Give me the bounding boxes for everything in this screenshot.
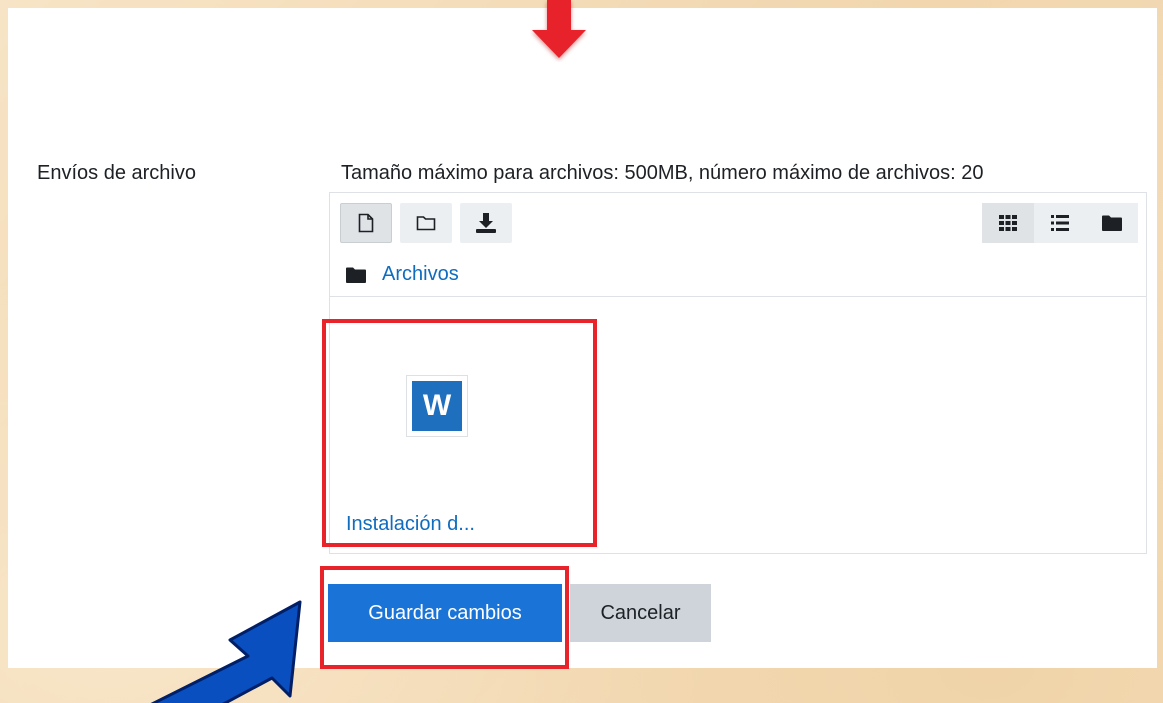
breadcrumb-archivos-link[interactable]: Archivos bbox=[382, 263, 459, 286]
pointer-arrow-icon bbox=[150, 600, 302, 703]
grid-icon bbox=[999, 215, 1017, 231]
file-icon bbox=[358, 213, 374, 233]
download-icon bbox=[476, 213, 496, 233]
down-arrow-icon bbox=[532, 0, 586, 58]
save-highlight-box bbox=[320, 566, 569, 669]
tree-view-button[interactable] bbox=[1086, 203, 1138, 243]
breadcrumb: Archivos bbox=[346, 263, 459, 286]
list-icon bbox=[1051, 215, 1069, 231]
view-switcher bbox=[982, 203, 1138, 243]
field-label: Envíos de archivo bbox=[37, 162, 196, 184]
filepicker-toolbar: Archivos bbox=[329, 192, 1147, 296]
max-files-info: Tamaño máximo para archivos: 500MB, núme… bbox=[341, 162, 984, 184]
create-folder-button[interactable] bbox=[400, 203, 452, 243]
download-all-button[interactable] bbox=[460, 203, 512, 243]
details-view-button[interactable] bbox=[1034, 203, 1086, 243]
cancel-button[interactable]: Cancelar bbox=[570, 584, 711, 642]
add-file-button[interactable] bbox=[340, 203, 392, 243]
folder-icon bbox=[1102, 215, 1122, 231]
icons-view-button[interactable] bbox=[982, 203, 1034, 243]
folder-outline-icon bbox=[416, 216, 436, 231]
folder-icon bbox=[346, 267, 366, 283]
file-highlight-box bbox=[322, 319, 597, 547]
